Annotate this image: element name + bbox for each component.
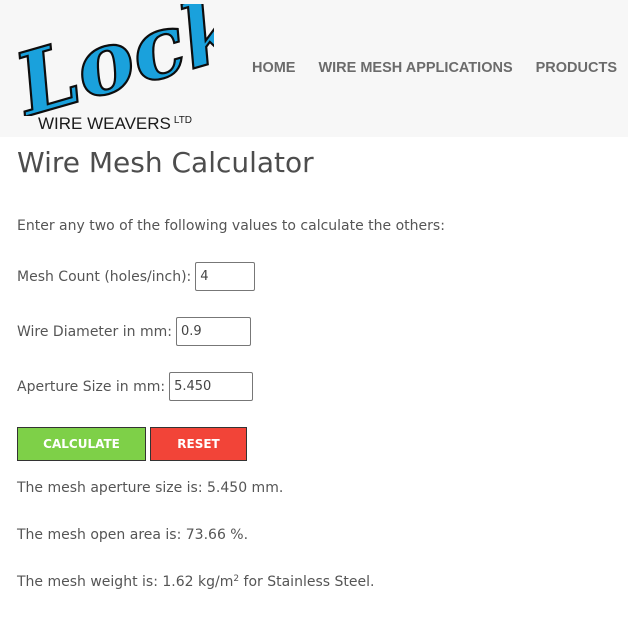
mesh-count-row: Mesh Count (holes/inch): <box>17 262 256 291</box>
intro-text: Enter any two of the following values to… <box>17 218 445 234</box>
nav-products[interactable]: PRODUCTS <box>536 60 617 76</box>
result-aperture: The mesh aperture size is: 5.450 mm. <box>17 480 283 496</box>
result-weight-suffix: for Stainless Steel. <box>239 574 375 590</box>
result-aperture-value: 5.450 <box>207 480 248 496</box>
result-weight-value: 1.62 <box>162 574 194 590</box>
result-weight-unit: kg/m <box>193 574 234 590</box>
result-open-area-suffix: %. <box>225 527 249 543</box>
site-logo[interactable]: Locker WIRE WEAVERS LTD <box>14 4 214 134</box>
logo-subtitle-text: WIRE WEAVERS <box>38 114 171 133</box>
result-weight-prefix: The mesh weight is: <box>17 574 163 590</box>
wire-diameter-label: Wire Diameter in mm: <box>17 323 172 340</box>
site-header: Locker WIRE WEAVERS LTD HOME WIRE MESH AP… <box>0 0 628 137</box>
wire-diameter-row: Wire Diameter in mm: <box>17 317 251 346</box>
result-aperture-suffix: mm. <box>247 480 284 496</box>
aperture-row: Aperture Size in mm: <box>17 372 254 401</box>
result-open-area-prefix: The mesh open area is: <box>17 527 186 543</box>
result-weight: The mesh weight is: 1.62 kg/m2 for Stain… <box>17 574 374 590</box>
nav-home[interactable]: HOME <box>252 60 296 76</box>
aperture-label: Aperture Size in mm: <box>17 378 166 395</box>
mesh-count-input[interactable] <box>195 262 256 291</box>
calculate-button[interactable]: CALCULATE <box>17 427 146 461</box>
result-aperture-prefix: The mesh aperture size is: <box>17 480 208 496</box>
result-open-area: The mesh open area is: 73.66 %. <box>17 527 248 543</box>
reset-button[interactable]: RESET <box>150 427 247 461</box>
logo-script-text: Locker <box>14 4 214 116</box>
aperture-input[interactable] <box>169 372 254 401</box>
logo-subtitle-sup: LTD <box>173 115 193 126</box>
nav-wire-mesh-applications[interactable]: WIRE MESH APPLICATIONS <box>318 60 512 76</box>
logo-subtitle: WIRE WEAVERS LTD <box>38 114 192 134</box>
mesh-count-label: Mesh Count (holes/inch): <box>17 268 192 285</box>
locker-logo-icon: Locker <box>14 4 214 116</box>
form-buttons: CALCULATE RESET <box>17 427 247 461</box>
page-title: Wire Mesh Calculator <box>17 146 314 179</box>
main-nav: HOME WIRE MESH APPLICATIONS PRODUCTS <box>229 60 628 76</box>
result-open-area-value: 73.66 <box>185 527 226 543</box>
wire-diameter-input[interactable] <box>175 317 251 346</box>
